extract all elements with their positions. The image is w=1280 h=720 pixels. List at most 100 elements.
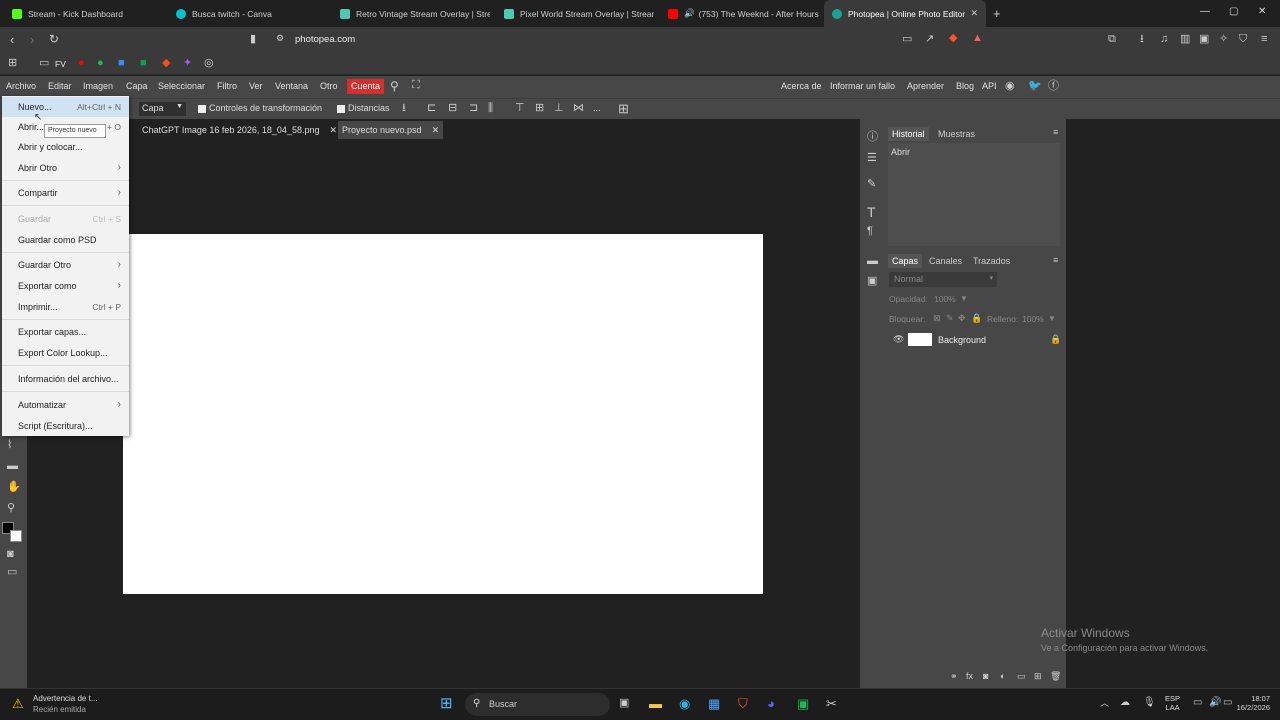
snipping-tool-icon[interactable]: ✂	[826, 697, 837, 710]
browser-tab-active[interactable]: Photopea | Online Photo Editor ✕	[824, 0, 986, 27]
facebook-icon[interactable]: ⓕ	[1048, 81, 1059, 92]
opacity-value[interactable]: 100%	[934, 294, 956, 304]
windows-start-icon[interactable]: ⊞	[440, 696, 453, 711]
account-button[interactable]: Cuenta	[347, 79, 385, 94]
brave-rewards-icon[interactable]: ▲	[972, 33, 983, 44]
sidebar-icon[interactable]: ⧉	[1108, 34, 1116, 45]
share-icon[interactable]: ↗	[925, 34, 934, 45]
menu-blog[interactable]: Blog	[956, 81, 974, 91]
close-icon[interactable]: ✕	[329, 125, 337, 136]
canvas[interactable]	[123, 234, 763, 594]
menu-editar[interactable]: Editar	[48, 81, 72, 91]
hand-icon[interactable]: ✋	[7, 482, 21, 493]
browser-tab[interactable]: Stream - Kick Dashboard	[4, 0, 164, 27]
lock-all-icon[interactable]: 🔒	[971, 314, 982, 323]
paragraph-icon[interactable]: ¶	[867, 226, 873, 237]
volume-icon[interactable]: 🔊	[1209, 698, 1221, 708]
type-icon[interactable]: T	[867, 205, 876, 219]
bookmark-green-icon[interactable]: ●	[97, 58, 104, 69]
menu-capa[interactable]: Capa	[126, 81, 148, 91]
wallet-icon[interactable]: ▣	[1199, 34, 1209, 45]
site-settings-icon[interactable]: ⚙	[276, 34, 284, 43]
menu-item-script[interactable]: Script (Escritura)...	[2, 416, 129, 436]
group-icon[interactable]: ▭	[1017, 672, 1026, 681]
chevron-down-icon[interactable]: ▼	[960, 294, 968, 303]
download-icon[interactable]: ⭳	[1140, 34, 1144, 45]
fill-value[interactable]: 100%	[1022, 314, 1044, 324]
doc-tab-active[interactable]: Proyecto nuevo.psd ✕	[338, 121, 444, 139]
screen-mode-icon[interactable]: ▭	[7, 567, 17, 578]
file-explorer-icon[interactable]: ▬	[649, 697, 662, 710]
blend-mode-select[interactable]: Normal ▾	[889, 272, 997, 287]
menu-item-exportar-capas[interactable]: Exportar capas...	[2, 322, 129, 342]
search-icon[interactable]: ⚲	[390, 80, 399, 92]
docs-bookmark-icon[interactable]: ■	[118, 58, 125, 69]
panel-icon[interactable]: ▥	[1180, 34, 1190, 45]
adjustment-layer-icon[interactable]: ◐	[1000, 672, 1005, 681]
folder-icon[interactable]: ▭	[39, 58, 49, 69]
doc-tab[interactable]: ChatGPT Image 16 feb 2026, 18_04_58.png …	[138, 121, 341, 139]
layer-row[interactable]: 👁 Background 🔒	[888, 331, 1062, 349]
rectangle-icon[interactable]: ▬	[7, 461, 18, 472]
browser-tab[interactable]: Busca twitch - Canva	[168, 0, 328, 27]
menu-archivo[interactable]: Archivo	[6, 81, 36, 91]
tray-chevron-icon[interactable]: ︿	[1100, 699, 1109, 708]
menu-item-automatizar[interactable]: Automatizar ›	[2, 395, 129, 415]
close-tab-icon[interactable]: ✕	[970, 8, 978, 19]
align-middle-icon[interactable]: ⫼	[488, 103, 493, 114]
zoom-icon[interactable]: ⚲	[7, 503, 15, 514]
clock[interactable]: 18:07 16/2/2026	[1226, 694, 1270, 712]
image-icon[interactable]: ▣	[867, 276, 877, 287]
menu-imagen[interactable]: Imagen	[83, 81, 113, 91]
leo-ai-icon[interactable]: ✧	[1219, 34, 1228, 45]
menu-seleccionar[interactable]: Seleccionar	[158, 81, 205, 91]
new-layer-icon[interactable]: ⊞	[1034, 672, 1042, 681]
adjustments-icon[interactable]: ☰	[867, 153, 877, 164]
align-left-icon[interactable]: ⊏	[427, 103, 436, 114]
tab-muestras[interactable]: Muestras	[938, 129, 975, 139]
menu-item-export-lookup[interactable]: Export Color Lookup...	[2, 343, 129, 363]
eye-icon[interactable]: 👁	[893, 335, 904, 344]
bookmark-folder-label[interactable]: FV	[55, 59, 66, 69]
tray-app-icon[interactable]: ☁	[1120, 698, 1130, 708]
brush-icon[interactable]: ✎	[867, 179, 876, 190]
effects-icon[interactable]: fx	[966, 672, 973, 681]
quick-mask-icon[interactable]: ◙	[7, 549, 14, 560]
lock-paint-icon[interactable]: ✎	[946, 314, 954, 323]
distribute-icon[interactable]: ⋈	[573, 103, 584, 114]
info-icon[interactable]: ⓘ	[867, 132, 878, 143]
tab-capas[interactable]: Capas	[888, 254, 923, 268]
media-icon[interactable]: ♫	[1160, 34, 1168, 45]
microphone-icon[interactable]: 🎙	[1143, 698, 1156, 708]
tab-canales[interactable]: Canales	[929, 256, 962, 266]
language-indicator[interactable]: ESP LAA	[1165, 694, 1180, 712]
lasso-icon[interactable]: ⌇	[7, 440, 12, 451]
brave-icon[interactable]: ⛉	[738, 697, 748, 710]
close-window-icon[interactable]: ✕	[1258, 6, 1266, 17]
align-bottom-icon[interactable]: ⊥	[554, 103, 564, 114]
menu-ver[interactable]: Ver	[249, 81, 263, 91]
menu-item-guardar-otro[interactable]: Guardar Otro ›	[2, 255, 129, 275]
menu-item-imprimir[interactable]: Imprimir... Ctrl + P	[2, 297, 129, 317]
url-field[interactable]: ⚙ photopea.com	[268, 31, 988, 49]
screenshot-icon[interactable]: ▭	[902, 34, 912, 45]
grid-icon[interactable]: ⊞	[618, 102, 629, 115]
menu-ventana[interactable]: Ventana	[275, 81, 308, 91]
sheets-bookmark-icon[interactable]: ■	[140, 58, 147, 69]
twitter-icon[interactable]: 🐦	[1028, 81, 1042, 92]
menu-icon[interactable]: ≡	[1261, 34, 1267, 45]
forward-icon[interactable]: ›	[30, 33, 34, 46]
history-entry[interactable]: Abrir	[891, 147, 910, 157]
edge-icon[interactable]: ◉	[679, 697, 690, 710]
more-options[interactable]: ...	[593, 103, 601, 113]
maximize-icon[interactable]: ▢	[1229, 6, 1238, 17]
chevron-down-icon[interactable]: ▼	[1048, 314, 1056, 323]
panel-menu-icon[interactable]: ≡	[1053, 256, 1058, 265]
brave-shields-icon[interactable]: ◆	[949, 33, 957, 44]
menu-item-abrir-colocar[interactable]: Abrir y colocar...	[2, 137, 129, 157]
background-color[interactable]	[10, 530, 22, 542]
layer-select[interactable]: Capa ▼	[139, 102, 186, 116]
network-icon[interactable]: ▭	[1193, 698, 1202, 708]
browser-tab[interactable]: Pixel World Stream Overlay | Streame	[496, 0, 654, 27]
bookmark-icon[interactable]: ▮	[250, 34, 256, 45]
